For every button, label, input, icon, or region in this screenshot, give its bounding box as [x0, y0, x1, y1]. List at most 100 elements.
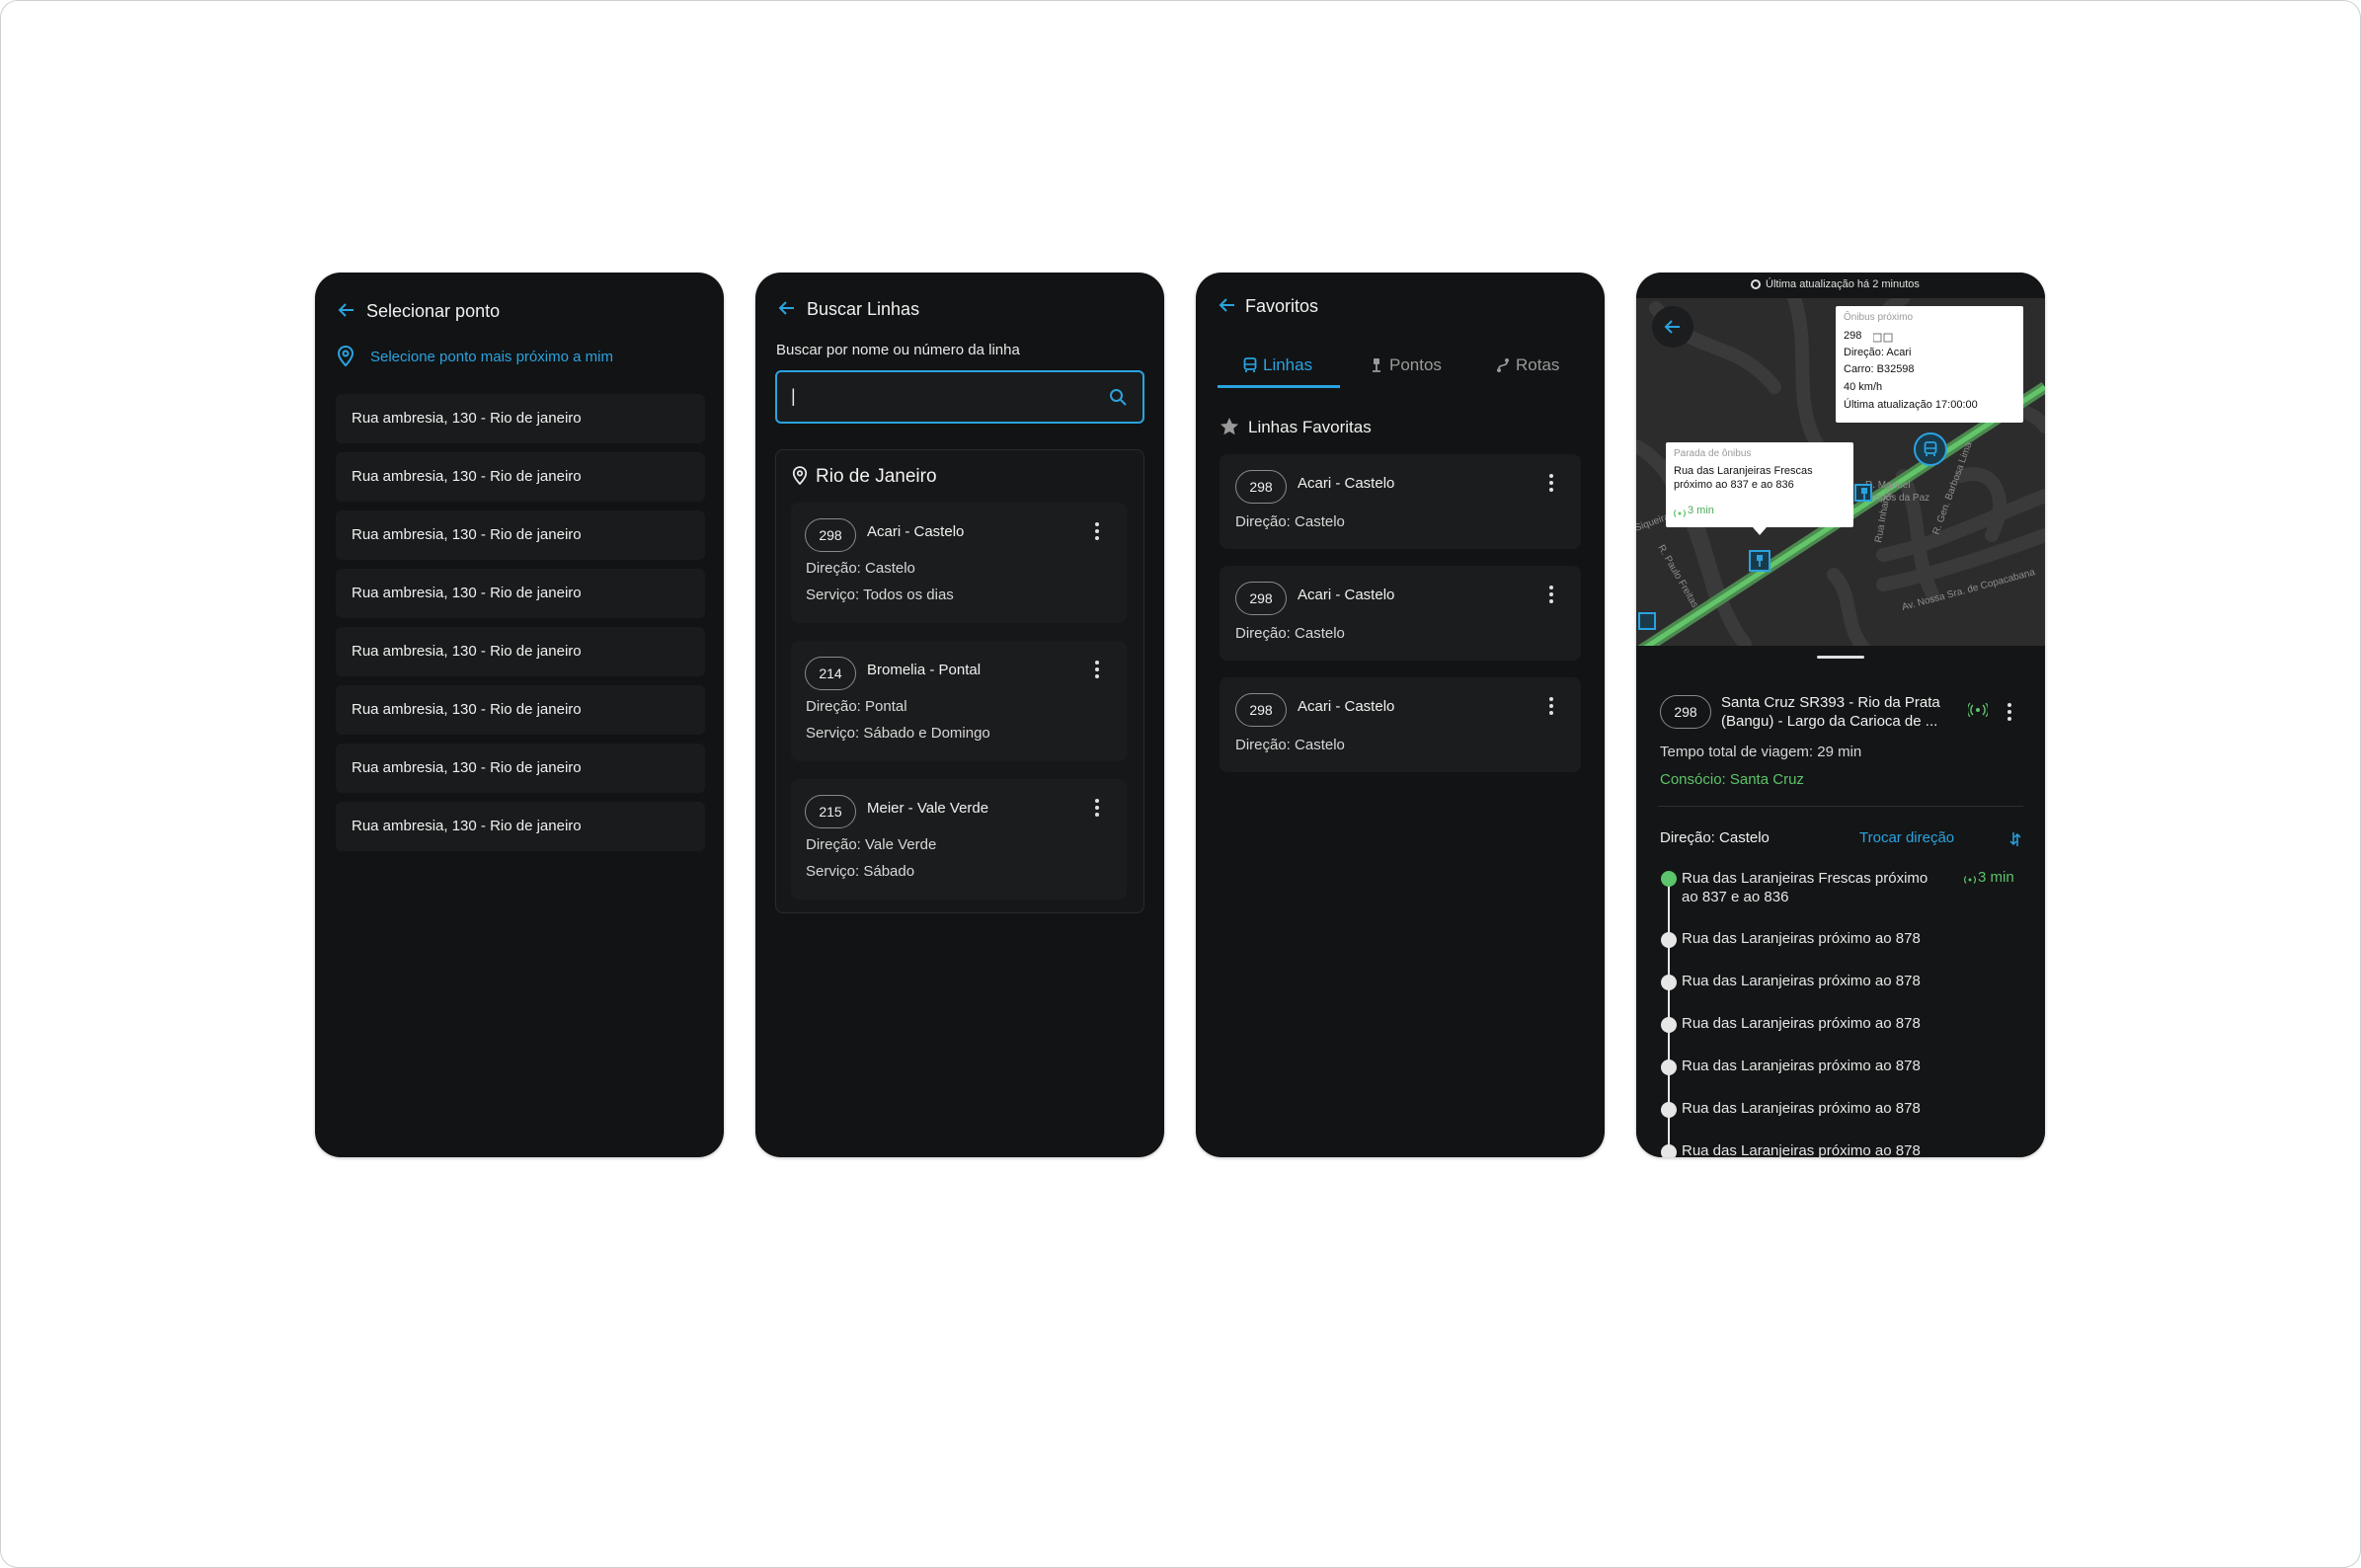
- bus-popup[interactable]: Ônibus próximo 298 Direção: Acari Carro:…: [1836, 306, 2023, 423]
- favorite-card[interactable]: 298 Acari - Castelo Direção: Castelo: [1220, 454, 1581, 549]
- list-item[interactable]: Rua ambresia, 130 - Rio de janeiro: [336, 394, 705, 443]
- stop-dot: [1661, 1102, 1677, 1118]
- line-number-badge: 215: [805, 795, 856, 828]
- stop-name[interactable]: Rua das Laranjeiras próximo ao 878: [1682, 973, 1921, 989]
- live-signal-icon: [1964, 872, 1976, 890]
- list-item[interactable]: Rua ambresia, 130 - Rio de janeiro: [336, 802, 705, 851]
- stop-name[interactable]: Rua das Laranjeiras próximo ao 878: [1682, 1142, 1921, 1157]
- line-direction: Direção: Castelo: [1235, 625, 1345, 642]
- line-number-badge: 298: [805, 518, 856, 552]
- stop-dot: [1661, 1017, 1677, 1033]
- line-number-badge: 298: [1235, 582, 1287, 615]
- line-direction: Direção: Castelo: [806, 560, 915, 577]
- stop-dot: [1661, 932, 1677, 948]
- radio-icon: [1751, 279, 1761, 289]
- more-options-icon[interactable]: [2007, 703, 2011, 724]
- total-trip-time: Tempo total de viagem: 29 min: [1660, 744, 1862, 760]
- page-title: Buscar Linhas: [807, 299, 920, 319]
- bus-marker[interactable]: [1914, 432, 1947, 466]
- bus-stop-marker[interactable]: [1854, 484, 1872, 502]
- list-item[interactable]: Rua ambresia, 130 - Rio de janeiro: [336, 569, 705, 618]
- line-service: Serviço: Todos os dias: [806, 587, 954, 603]
- search-label: Buscar por nome ou número da linha: [776, 342, 1020, 358]
- stop-name[interactable]: Rua das Laranjeiras próximo ao 878: [1682, 1015, 1921, 1032]
- line-card[interactable]: 214 Bromelia - Pontal Direção: Pontal Se…: [791, 641, 1127, 761]
- screen-favorites: Favoritos Linhas Pontos Rotas Linhas Fav…: [1196, 273, 1605, 1157]
- stop-popup-title: Parada de ônibus: [1674, 448, 1752, 459]
- more-options-icon[interactable]: [1095, 661, 1099, 681]
- stop-popup[interactable]: Parada de ônibus Rua das Laranjeiras Fre…: [1666, 442, 1853, 527]
- line-card[interactable]: 215 Meier - Vale Verde Direção: Vale Ver…: [791, 779, 1127, 900]
- bus-popup-updated: Última atualização 17:00:00: [1844, 399, 1978, 411]
- search-input[interactable]: |: [775, 370, 1144, 424]
- swap-direction-button[interactable]: Trocar direção: [1859, 829, 1954, 846]
- more-options-icon[interactable]: [1095, 799, 1099, 820]
- list-item[interactable]: Rua ambresia, 130 - Rio de janeiro: [336, 510, 705, 560]
- city-group: Rio de Janeiro 298 Acari - Castelo Direç…: [775, 449, 1144, 913]
- tab-pontos[interactable]: Pontos: [1344, 355, 1466, 385]
- line-service: Serviço: Sábado: [806, 863, 915, 880]
- back-arrow-icon[interactable]: [1218, 295, 1237, 319]
- favorite-card[interactable]: 298 Acari - Castelo Direção: Castelo: [1220, 677, 1581, 772]
- screen-search-lines: Buscar Linhas Buscar por nome ou número …: [755, 273, 1164, 1157]
- more-options-icon[interactable]: [1549, 697, 1553, 718]
- route-icon: [1496, 357, 1510, 378]
- more-options-icon[interactable]: [1549, 474, 1553, 495]
- bus-popup-speed: 40 km/h: [1844, 381, 1883, 393]
- live-signal-icon: [1966, 702, 1990, 722]
- list-item[interactable]: Rua ambresia, 130 - Rio de janeiro: [336, 685, 705, 735]
- line-number-badge: 298: [1235, 470, 1287, 504]
- update-banner: Última atualização há 2 minutos: [1636, 273, 2045, 298]
- back-arrow-icon[interactable]: [777, 298, 797, 322]
- stop-name[interactable]: Rua das Laranjeiras próximo ao 878: [1682, 1058, 1921, 1074]
- section-title: Linhas Favoritas: [1248, 418, 1372, 436]
- line-direction: Direção: Vale Verde: [806, 836, 937, 853]
- nearest-stop-link[interactable]: Selecione ponto mais próximo a mim: [370, 349, 613, 365]
- screen-line-detail: Última atualização há 2 minutos R. Manue…: [1636, 273, 2045, 1157]
- stop-name[interactable]: Rua das Laranjeiras próximo ao 878: [1682, 930, 1921, 947]
- line-service: Serviço: Sábado e Domingo: [806, 725, 990, 742]
- bus-stop-marker[interactable]: [1638, 612, 1656, 630]
- list-item[interactable]: Rua ambresia, 130 - Rio de janeiro: [336, 744, 705, 793]
- page-title: Favoritos: [1245, 296, 1319, 316]
- favorite-card[interactable]: 298 Acari - Castelo Direção: Castelo: [1220, 566, 1581, 661]
- divider: [1658, 806, 2023, 807]
- more-options-icon[interactable]: [1549, 586, 1553, 606]
- stop-dot: [1661, 1144, 1677, 1157]
- tab-label: Rotas: [1516, 355, 1560, 374]
- line-full-name: Santa Cruz SR393 - Rio da Prata (Bangu) …: [1721, 694, 1940, 730]
- stop-name[interactable]: Rua das Laranjeiras próximo ao 878: [1682, 1100, 1921, 1117]
- back-arrow-icon[interactable]: [337, 300, 356, 324]
- location-pin-icon: [337, 345, 354, 372]
- map-back-button[interactable]: [1652, 306, 1693, 348]
- map-view[interactable]: R. Manuel Campos da Paz R. Paulo Freitas…: [1636, 298, 2045, 648]
- bus-stop-marker[interactable]: [1749, 550, 1771, 572]
- line-name: Bromelia - Pontal: [867, 662, 982, 678]
- city-name: Rio de Janeiro: [816, 466, 937, 487]
- accessibility-icon: [1872, 330, 1893, 348]
- tab-linhas[interactable]: Linhas: [1218, 355, 1340, 388]
- search-icon[interactable]: [1109, 388, 1127, 411]
- stop-dot: [1661, 975, 1677, 990]
- tab-label: Pontos: [1389, 355, 1442, 374]
- bus-stop-icon: [1370, 357, 1383, 378]
- current-direction: Direção: Castelo: [1660, 829, 1770, 846]
- list-item[interactable]: Rua ambresia, 130 - Rio de janeiro: [336, 452, 705, 502]
- search-input-value: |: [791, 386, 796, 406]
- line-name: Acari - Castelo: [1298, 698, 1395, 715]
- line-card[interactable]: 298 Acari - Castelo Direção: Castelo Ser…: [791, 503, 1127, 623]
- swap-direction-icon[interactable]: [2009, 831, 2021, 852]
- sheet-handle[interactable]: [1817, 656, 1864, 659]
- bus-icon: [1924, 441, 1937, 456]
- tab-label: Linhas: [1263, 355, 1313, 374]
- bus-popup-line: 298: [1844, 330, 1862, 342]
- bus-stop-icon: [1757, 555, 1763, 567]
- bus-stop-icon: [1861, 488, 1867, 500]
- stop-dot: [1661, 1059, 1677, 1075]
- stop-name[interactable]: Rua das Laranjeiras Frescas próximo ao 8…: [1682, 869, 1948, 906]
- list-item[interactable]: Rua ambresia, 130 - Rio de janeiro: [336, 627, 705, 676]
- line-name: Acari - Castelo: [867, 523, 965, 540]
- stop-popup-eta: 3 min: [1688, 505, 1714, 516]
- tab-rotas[interactable]: Rotas: [1470, 355, 1593, 385]
- more-options-icon[interactable]: [1095, 522, 1099, 543]
